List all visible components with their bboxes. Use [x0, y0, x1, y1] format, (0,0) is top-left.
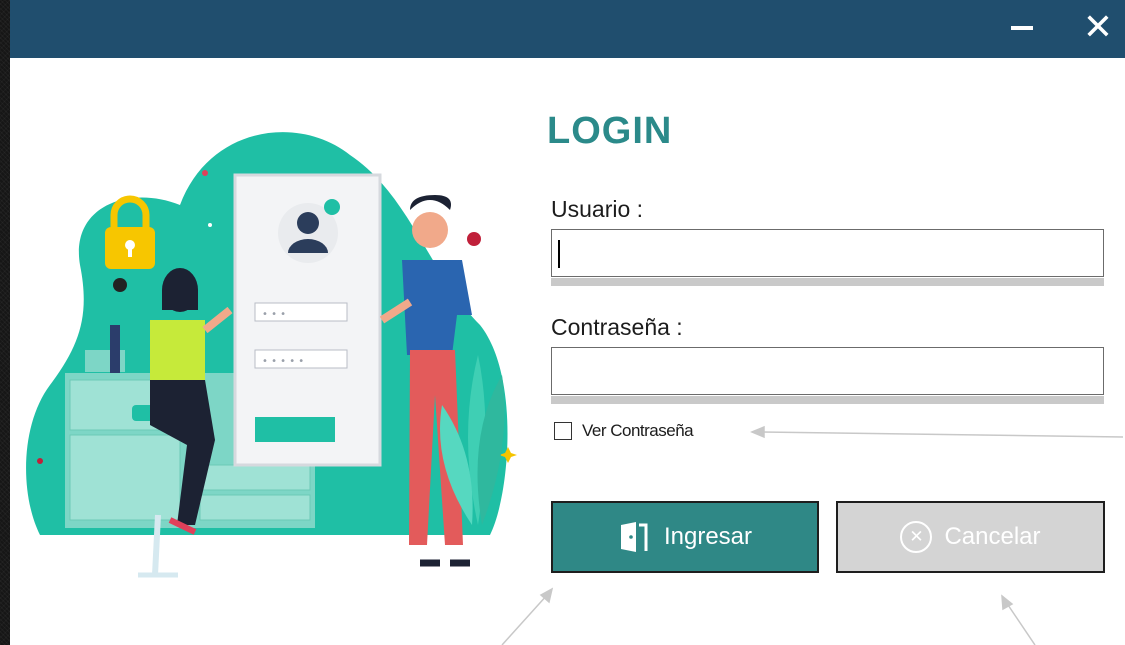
login-illustration: • • • • • • • • [26, 132, 517, 578]
minimize-button[interactable] [1000, 8, 1044, 48]
username-input[interactable] [552, 230, 1103, 276]
show-password-toggle[interactable]: Ver Contraseña [554, 419, 694, 443]
password-label: Contraseña : [551, 314, 683, 340]
username-label: Usuario : [551, 196, 644, 222]
password-input[interactable] [552, 348, 1103, 394]
username-field-wrapper [551, 229, 1104, 277]
login-title: LOGIN [547, 110, 673, 152]
username-field-shadow [551, 278, 1104, 286]
door-icon [618, 521, 652, 553]
show-password-label: Ver Contraseña [582, 421, 694, 440]
password-field-shadow [551, 396, 1104, 404]
cancelar-label: Cancelar [944, 523, 1041, 550]
ingresar-button[interactable]: Ingresar [551, 501, 819, 573]
password-field-wrapper [551, 347, 1104, 395]
close-icon: ✕ [1082, 7, 1114, 48]
close-button[interactable]: ✕ [1076, 8, 1120, 48]
title-bar: ✕ [10, 0, 1125, 58]
mock-field-2: • • • • • [262, 356, 304, 367]
ingresar-label: Ingresar [663, 523, 753, 550]
mock-field-1: • • • [262, 309, 286, 320]
show-password-checkbox[interactable] [554, 422, 572, 440]
minimize-icon [1011, 26, 1033, 30]
login-window: ✕ • • • • • • • • LOGIN Usuario: Contra… [10, 0, 1125, 645]
cancelar-button[interactable]: ✕ Cancelar [836, 501, 1105, 573]
text-caret [558, 240, 560, 268]
circle-x-icon: ✕ [900, 521, 933, 553]
